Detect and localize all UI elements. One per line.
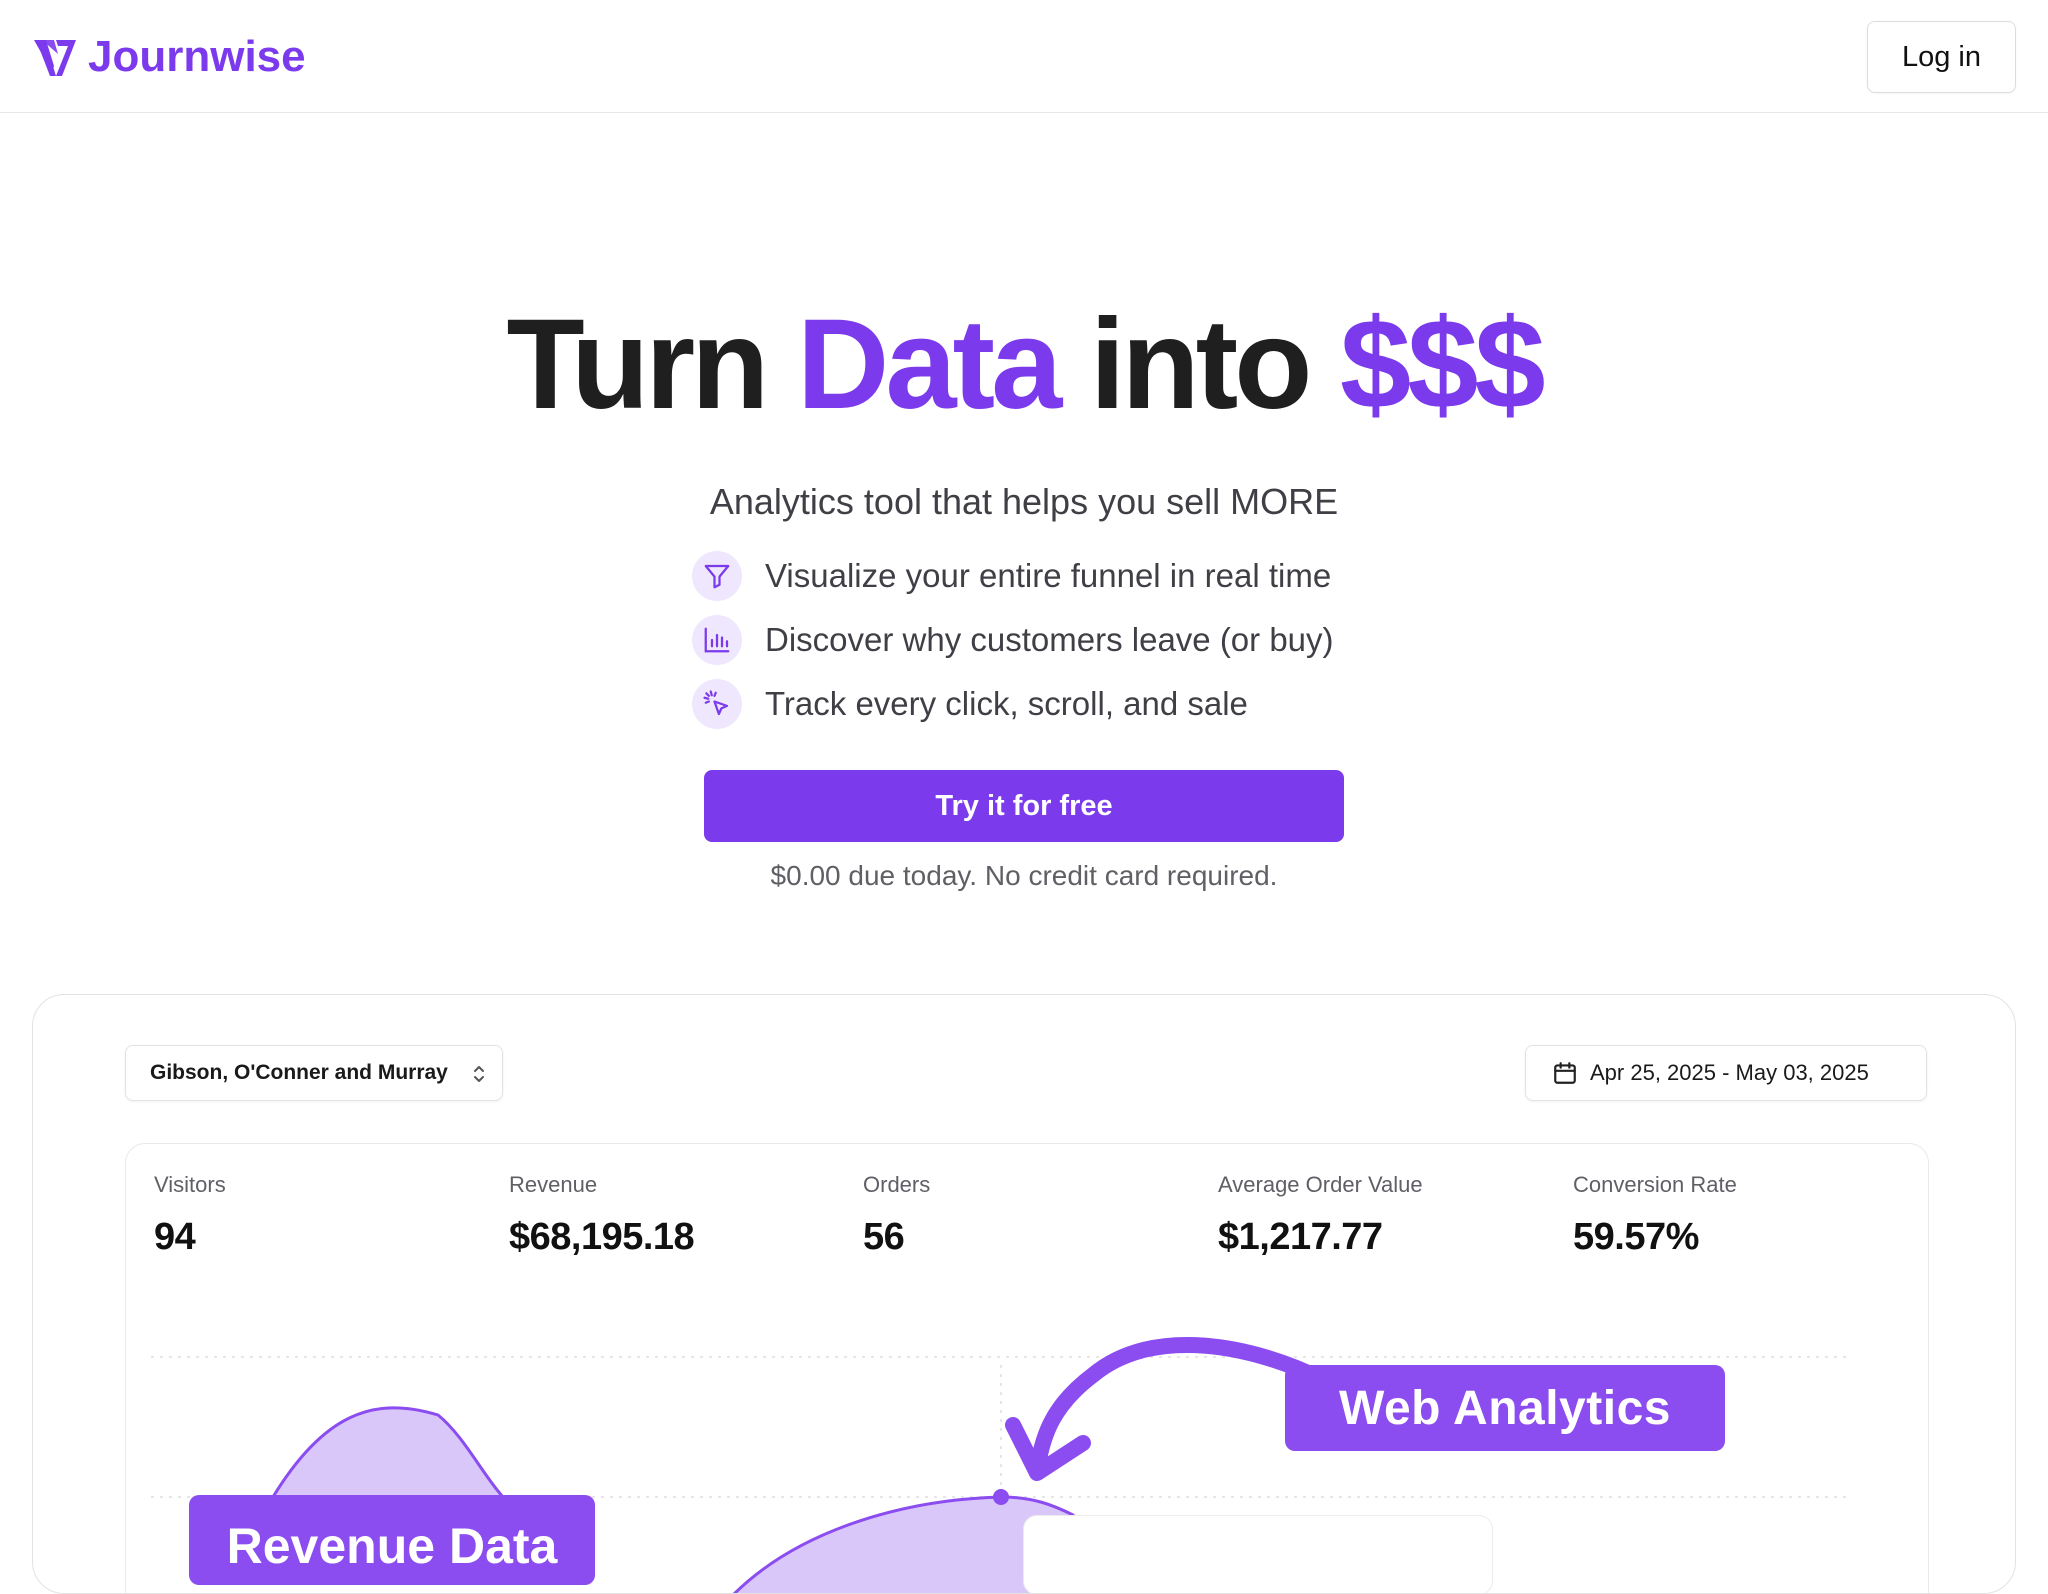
feature-item: Discover why customers leave (or buy) (692, 608, 1334, 672)
feature-item: Track every click, scroll, and sale (692, 672, 1334, 736)
feature-text: Visualize your entire funnel in real tim… (765, 557, 1332, 594)
hero-title: Turn Data into $$$ (0, 290, 2048, 440)
stat-visitors: Visitors 94 (154, 1172, 226, 1259)
journwise-logo-icon (34, 40, 76, 76)
login-button[interactable]: Log in (1867, 21, 2016, 93)
stat-value: 59.57% (1573, 1216, 1699, 1258)
feature-list: Visualize your entire funnel in real tim… (692, 544, 1334, 736)
stat-value: 56 (863, 1216, 905, 1258)
stat-label: Orders (863, 1172, 931, 1197)
stat-average-order-value: Average Order Value $1,217.77 (1218, 1172, 1423, 1259)
feature-text: Discover why customers leave (or buy) (765, 621, 1334, 658)
chevron-up-down-icon (474, 1066, 484, 1082)
stat-revenue: Revenue $68,195.18 (509, 1172, 695, 1259)
hero-title-part: into (1089, 293, 1313, 436)
stat-label: Visitors (154, 1172, 226, 1197)
cursor-click-icon (692, 679, 742, 729)
web-analytics-badge: Web Analytics (1285, 1365, 1725, 1451)
stat-value: 94 (154, 1216, 196, 1258)
hero-subtitle: Analytics tool that helps you sell MORE (709, 481, 1339, 522)
date-range-text: Apr 25, 2025 - May 03, 2025 (1590, 1060, 1869, 1085)
date-range-picker[interactable]: Apr 25, 2025 - May 03, 2025 (1525, 1045, 1927, 1101)
stat-label: Conversion Rate (1573, 1172, 1737, 1197)
cta-note: $0.00 due today. No credit card required… (770, 860, 1278, 891)
dashboard-preview: Gibson, O'Conner and Murray Apr 25, 2025… (32, 994, 2016, 1594)
hero-title-accent: $$$ (1340, 293, 1546, 436)
feature-item: Visualize your entire funnel in real tim… (692, 544, 1334, 608)
hero-title-part: Turn (506, 293, 769, 436)
feature-text: Track every click, scroll, and sale (765, 685, 1248, 722)
stat-orders: Orders 56 (863, 1172, 930, 1259)
store-selector[interactable]: Gibson, O'Conner and Murray (125, 1045, 503, 1101)
calendar-icon (1554, 1062, 1576, 1084)
try-free-button[interactable]: Try it for free (704, 770, 1344, 842)
stat-conversion-rate: Conversion Rate 59.57% (1573, 1172, 1737, 1259)
brand-name: Journwise (88, 32, 306, 81)
tooltip-box (1023, 1515, 1493, 1593)
bar-chart-icon (692, 615, 742, 665)
top-nav: Journwise Log in (0, 0, 2048, 113)
revenue-data-badge: Revenue Data (189, 1495, 595, 1585)
funnel-icon (692, 551, 742, 601)
brand-logo[interactable]: Journwise (32, 30, 306, 84)
store-name: Gibson, O'Conner and Murray (150, 1061, 448, 1084)
stat-value: $68,195.18 (509, 1216, 695, 1258)
stat-value: $1,217.77 (1218, 1216, 1383, 1258)
stat-label: Average Order Value (1218, 1172, 1423, 1197)
stat-label: Revenue (509, 1172, 598, 1197)
hero-title-accent: Data (796, 293, 1062, 436)
